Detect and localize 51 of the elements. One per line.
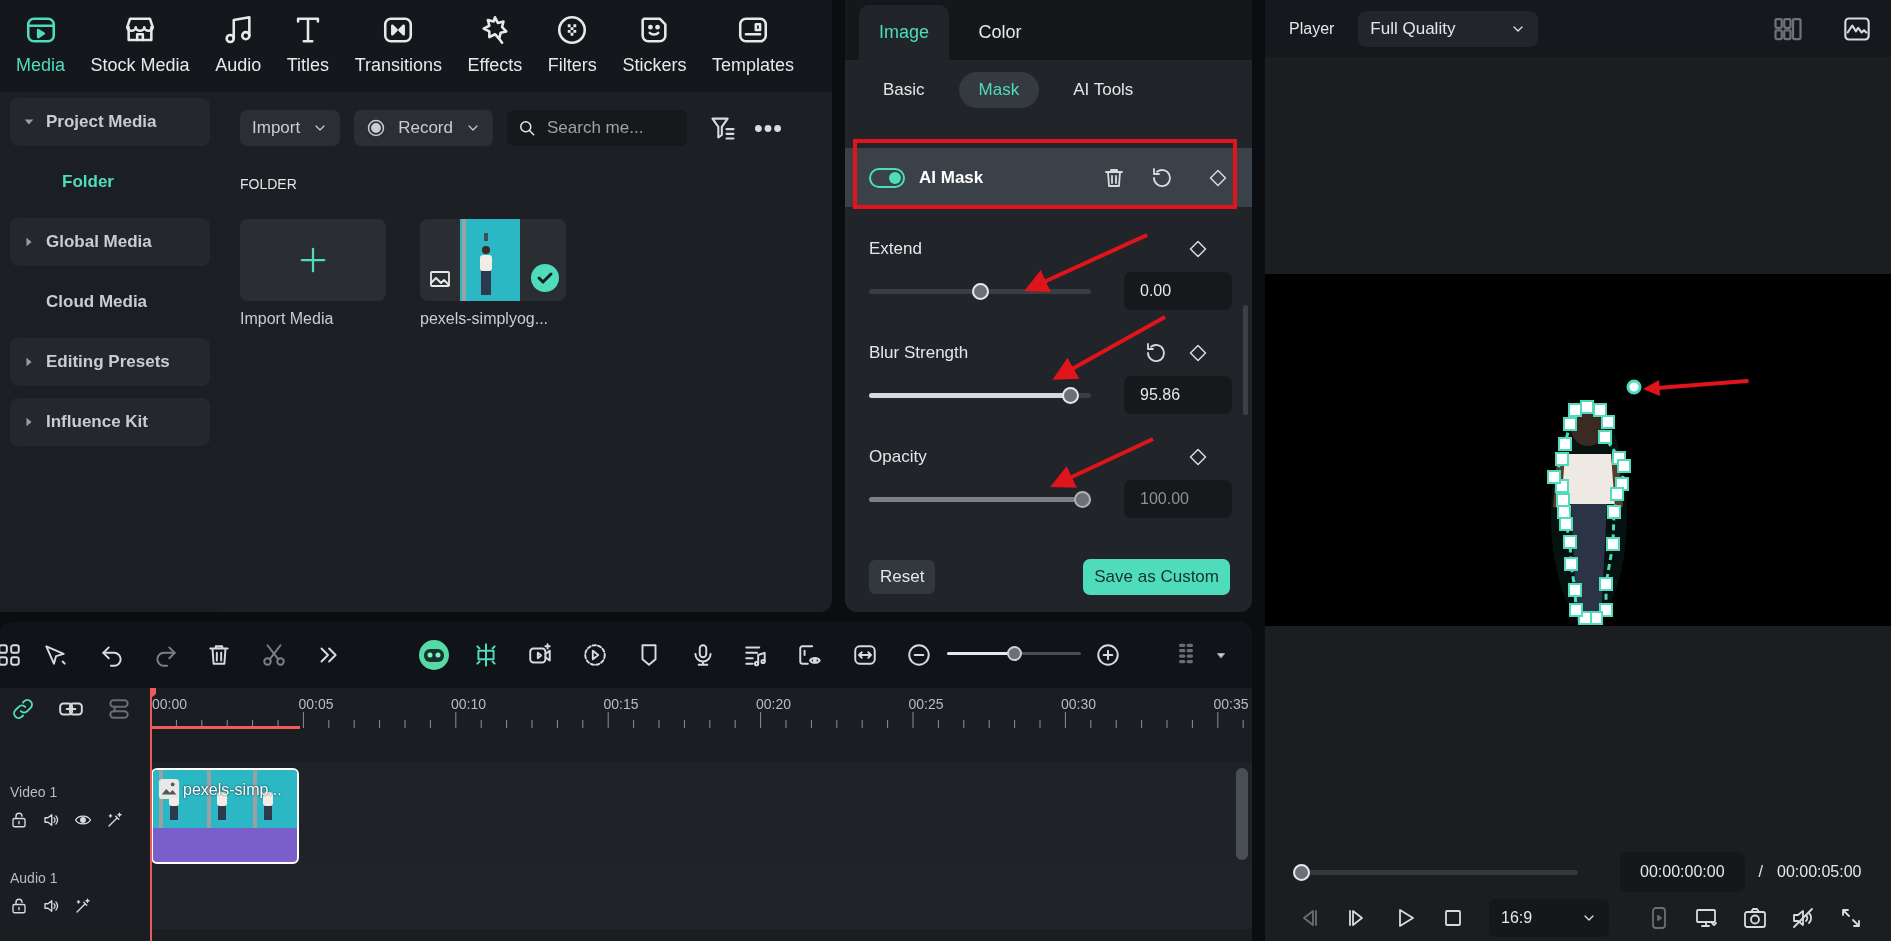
media-label: pexels-simplyog...: [420, 309, 550, 329]
sidebar-item[interactable]: Project Media: [10, 98, 210, 146]
sidebar-item[interactable]: Cloud Media: [10, 278, 210, 326]
time-label: 00:35: [1213, 695, 1249, 714]
nav-tab[interactable]: Filters: [539, 0, 605, 92]
nav-tab[interactable]: Effects: [459, 0, 531, 92]
sub-tab[interactable]: Basic: [863, 72, 945, 108]
slider-label: Blur Strength: [869, 342, 969, 365]
time-label: 00:15: [603, 695, 639, 714]
sidebar-item[interactable]: Folder: [10, 158, 210, 206]
aspect-ratio-dropdown[interactable]: 16:9: [1489, 899, 1609, 937]
quality-dropdown[interactable]: Full Quality: [1358, 10, 1539, 47]
save-button[interactable]: Save as Custom: [1083, 559, 1230, 595]
track-label: Audio 1: [10, 869, 59, 888]
time-label: 00:25: [908, 695, 944, 714]
import-dropdown[interactable]: Import: [240, 110, 341, 146]
current-time-field[interactable]: 00:00:00:00: [1620, 852, 1745, 892]
nav-tab[interactable]: Templates: [703, 0, 802, 92]
panel-tab[interactable]: Color: [955, 5, 1045, 60]
nav-tab[interactable]: Transitions: [346, 0, 451, 92]
value-field[interactable]: 95.86: [1124, 376, 1232, 414]
value-field[interactable]: 0.00: [1124, 272, 1232, 310]
slider-label: Opacity: [869, 446, 927, 469]
clip-label: pexels-simp...: [183, 780, 282, 800]
sidebar-item[interactable]: Global Media: [10, 218, 210, 266]
time-label: 00:30: [1061, 695, 1097, 714]
sub-tab[interactable]: Mask: [958, 72, 1040, 108]
section-heading: FOLDER: [240, 175, 298, 194]
time-label: 00:00: [152, 695, 188, 714]
mask-label: AI Mask: [919, 166, 984, 189]
record-dropdown[interactable]: Record: [354, 110, 493, 146]
nav-tab[interactable]: Audio: [207, 0, 270, 92]
nav-tab[interactable]: Titles: [278, 0, 338, 92]
time-separator: /: [1758, 862, 1763, 882]
track-label: Video 1: [10, 783, 59, 802]
slider-label: Extend: [869, 238, 922, 261]
time-label: 00:05: [298, 695, 334, 714]
nav-tab[interactable]: Stock Media: [82, 0, 198, 92]
time-label: 00:20: [756, 695, 792, 714]
media-label: Import Media: [240, 309, 335, 329]
sidebar-item[interactable]: Editing Presets: [10, 338, 210, 386]
reset-button[interactable]: Reset: [869, 560, 936, 594]
panel-tab[interactable]: Image: [859, 5, 949, 60]
sub-tab[interactable]: AI Tools: [1053, 72, 1154, 108]
search-field[interactable]: Search me...: [507, 110, 687, 146]
player-title: Player: [1289, 18, 1335, 39]
nav-tab[interactable]: Media: [8, 0, 74, 92]
total-time: 00:00:05:00: [1777, 862, 1862, 882]
time-label: 00:10: [451, 695, 487, 714]
nav-tab[interactable]: Stickers: [614, 0, 695, 92]
sidebar-item[interactable]: Influence Kit: [10, 398, 210, 446]
